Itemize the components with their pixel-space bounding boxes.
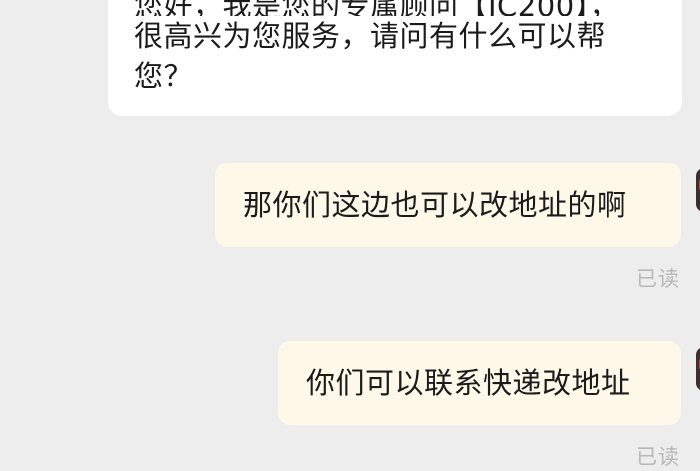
incoming-message-line-1: 您好，我是您的专属顾问【JC200】， [134,0,656,16]
outgoing-message-bubble[interactable]: 你们可以联系快递改地址 [278,341,681,425]
user-avatar[interactable] [696,347,700,391]
incoming-message-bubble[interactable]: 您好，我是您的专属顾问【JC200】， 很高兴为您服务，请问有什么可以帮 您？ [108,0,682,116]
incoming-message-line-3: 您？ [134,59,194,93]
user-avatar[interactable] [696,168,700,212]
read-status-label: 已读 [636,445,680,469]
outgoing-message-text: 你们可以联系快递改地址 [306,366,631,400]
chat-message-list: 您好，我是您的专属顾问【JC200】， 很高兴为您服务，请问有什么可以帮 您？ … [0,0,700,470]
incoming-message-line-2: 很高兴为您服务，请问有什么可以帮 [134,19,607,53]
outgoing-message-bubble[interactable]: 那你们这边也可以改地址的啊 [215,163,681,247]
read-status-label: 已读 [636,267,680,291]
outgoing-message-text: 那你们这边也可以改地址的啊 [243,188,627,222]
